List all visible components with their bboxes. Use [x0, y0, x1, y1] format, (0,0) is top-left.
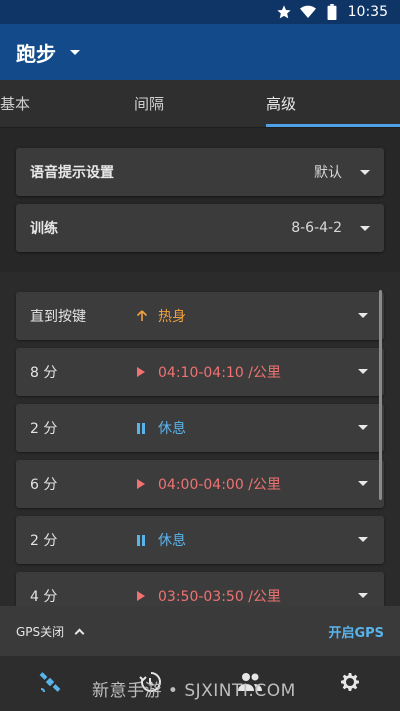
dropdown-arrow-icon	[360, 225, 370, 231]
app-bar: 跑步	[0, 24, 400, 80]
star-icon	[276, 4, 292, 20]
play-icon	[136, 479, 158, 489]
chevron-up-icon[interactable]	[74, 628, 85, 638]
step-row[interactable]: 4 分 03:50-03:50 /公里	[16, 572, 384, 606]
activity-type-dropdown-icon[interactable]	[70, 49, 80, 55]
pause-icon	[136, 534, 158, 546]
settings-icon	[338, 670, 362, 698]
play-icon	[136, 367, 158, 377]
step-row[interactable]: 2 分 休息	[16, 404, 384, 452]
step-duration: 4 分	[30, 589, 58, 605]
nav-workout[interactable]	[36, 670, 64, 698]
dropdown-arrow-icon	[358, 313, 368, 318]
workout-steps-list[interactable]: 直到按键 热身 8 分 04:10-04:10 /公里 2 分 休息 6 分 0…	[0, 272, 400, 606]
settings-section: 语音提示设置 默认 训练 8-6-4-2	[0, 128, 400, 272]
step-target: 04:00-04:00 /公里	[158, 477, 281, 493]
tab-interval[interactable]: 间隔	[134, 80, 164, 126]
satellite-icon	[38, 670, 62, 698]
bottom-navigation	[0, 656, 400, 711]
people-icon	[237, 671, 263, 697]
step-target: 04:10-04:10 /公里	[158, 365, 281, 381]
step-row[interactable]: 2 分 休息	[16, 516, 384, 564]
workout-dropdown[interactable]: 训练 8-6-4-2	[16, 204, 384, 252]
tab-advanced[interactable]: 高级	[266, 80, 296, 126]
status-bar: 10:35	[0, 0, 400, 24]
step-target: 03:50-03:50 /公里	[158, 589, 281, 605]
history-icon	[138, 670, 162, 698]
clock-time: 10:35	[347, 4, 388, 20]
nav-history[interactable]	[136, 670, 164, 698]
dropdown-arrow-icon	[358, 481, 368, 486]
tab-basic[interactable]: 基本	[0, 80, 30, 126]
wifi-icon	[299, 4, 316, 20]
workout-label: 训练	[30, 221, 58, 237]
step-row[interactable]: 6 分 04:00-04:00 /公里	[16, 460, 384, 508]
dropdown-arrow-icon	[358, 425, 368, 430]
battery-icon	[324, 4, 340, 20]
workout-value: 8-6-4-2	[291, 220, 342, 236]
voice-prompt-label: 语音提示设置	[30, 165, 114, 181]
dropdown-arrow-icon	[358, 537, 368, 542]
step-duration: 2 分	[30, 421, 58, 437]
step-target: 休息	[158, 421, 186, 437]
step-row[interactable]: 8 分 04:10-04:10 /公里	[16, 348, 384, 396]
enable-gps-button[interactable]: 开启GPS	[328, 622, 384, 641]
activity-type-title[interactable]: 跑步	[16, 38, 56, 67]
play-icon	[136, 591, 158, 601]
nav-friends[interactable]	[236, 670, 264, 698]
step-row[interactable]: 直到按键 热身	[16, 292, 384, 340]
gps-status-text: GPS关闭	[16, 624, 65, 639]
nav-settings[interactable]	[336, 670, 364, 698]
scrollbar[interactable]	[379, 290, 382, 500]
dropdown-arrow-icon	[358, 369, 368, 374]
dropdown-arrow-icon	[358, 593, 368, 598]
tab-bar: 基本 间隔 高级	[0, 80, 400, 128]
step-duration: 直到按键	[30, 309, 86, 325]
active-tab-indicator	[266, 124, 400, 127]
step-duration: 6 分	[30, 477, 58, 493]
voice-prompt-value: 默认	[314, 165, 342, 181]
step-target: 休息	[158, 533, 186, 549]
gps-bar: GPS关闭 开启GPS	[0, 606, 400, 656]
arrow-up-icon	[136, 310, 158, 322]
step-target: 热身	[158, 309, 186, 325]
voice-prompt-dropdown[interactable]: 语音提示设置 默认	[16, 148, 384, 196]
step-duration: 2 分	[30, 533, 58, 549]
pause-icon	[136, 422, 158, 434]
step-duration: 8 分	[30, 365, 58, 381]
dropdown-arrow-icon	[360, 169, 370, 175]
